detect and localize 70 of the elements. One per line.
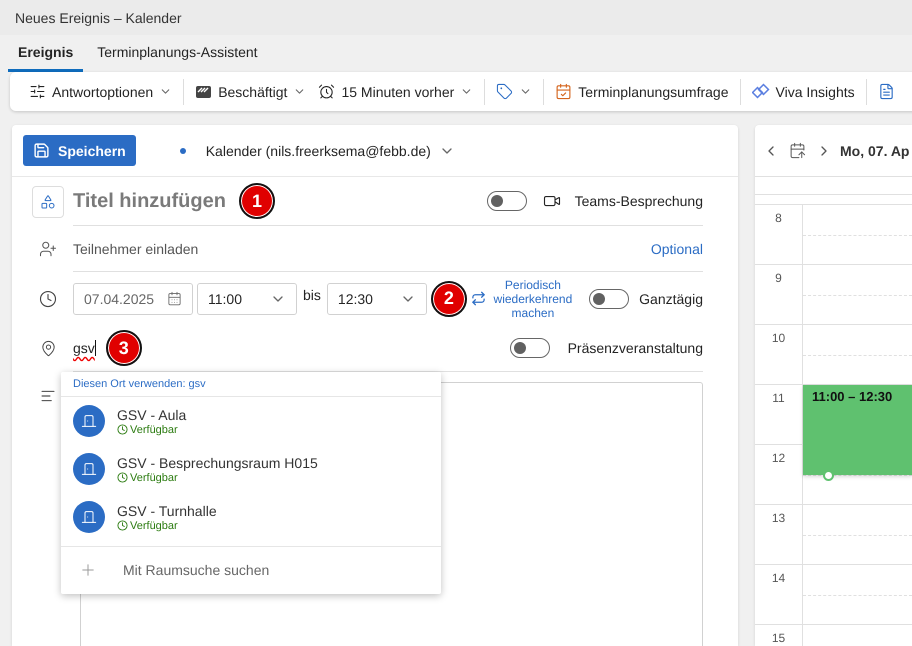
diamond-icon [752,82,770,100]
toolbar-button[interactable]: Beschäftigt [190,80,312,104]
toolbar-button[interactable]: 15 Minuten vorher [313,79,478,104]
hour-label: 15 [755,625,803,646]
callout-badge: 3 [106,330,142,366]
text-lines-icon [40,388,56,404]
callout-badge: 1 [239,183,275,219]
recurrence-link[interactable]: Periodisch wiederkehrend machen [470,278,575,320]
clock-icon [39,290,57,308]
hour-label: 10 [755,325,803,384]
calendar-chart-icon [555,83,572,100]
availability-status: Verfügbar [117,424,186,436]
optional-link[interactable]: Optional [650,240,703,256]
room-search-option[interactable]: Mit Raumsuche suchen [61,546,441,594]
toggle-switch[interactable] [510,338,550,358]
save-button[interactable]: Speichern [23,135,136,166]
room-name: GSV - Besprechungsraum H015 [117,454,318,470]
all-day-label: Ganztägig [639,290,703,306]
teams-label: Teams-Besprechung [574,193,703,209]
calendar-event-block[interactable]: 11:00 – 12:30 [803,385,912,475]
hour-label: 14 [755,565,803,624]
room-option[interactable]: GSV - Aula Verfügbar [61,397,441,445]
room-option[interactable]: GSV - Turnhalle Verfügbar [61,493,441,541]
clock-icon [117,472,128,483]
date-field[interactable]: 07.04.2025 [73,282,193,314]
to-label: bis [303,286,321,302]
toggle-switch[interactable] [486,191,527,211]
toolbar-button[interactable]: Antwortoptionen [24,79,178,104]
event-time: 11:00 – 12:30 [812,389,892,404]
in-person-label: Präsenzveranstaltung [568,340,703,356]
hour-label: 9 [755,265,803,324]
clock-icon [117,424,128,435]
hour-label: 12 [755,445,803,504]
door-avatar-icon [73,453,105,485]
save-icon [33,142,50,159]
door-avatar-icon [73,501,105,533]
calendar-icon [789,142,806,159]
window-title: Neues Ereignis – Kalender [15,10,182,26]
calendar-picker[interactable]: Kalender (nils.freerksema@febb.de) [180,142,455,158]
sliders-icon [29,83,46,100]
add-people-icon [39,240,57,258]
resize-handle[interactable] [823,470,834,481]
repeat-icon [470,291,486,306]
clock-icon [117,520,128,531]
location-field[interactable]: gsv [73,340,96,356]
room-name: GSV - Turnhalle [117,502,217,518]
availability-status: Verfügbar [117,472,318,484]
status-icon [195,84,212,98]
availability-status: Verfügbar [117,520,217,532]
room-option[interactable]: GSV - Besprechungsraum H015 Verfügbar [61,445,441,493]
calendar-icon [167,291,182,306]
toolbar-button[interactable]: Viva Insights [746,78,860,104]
date-title: Mo, 07. Ap [840,142,910,158]
toggle-switch[interactable] [589,288,630,308]
alarm-clock-icon [318,83,336,100]
end-time-dropdown[interactable]: 12:30 [326,282,427,314]
shapes-icon [40,194,56,210]
location-pin-icon [40,340,56,357]
tag-icon [496,83,514,100]
hour-label: 8 [755,205,803,264]
callout-badge: 2 [430,280,467,316]
document-icon [878,83,895,100]
start-time-dropdown[interactable]: 11:00 [197,282,297,314]
toolbar-button[interactable]: Terminplanungsumfrage [550,79,734,104]
room-name: GSV - Aula [117,406,186,422]
use-location-option[interactable]: Diesen Ort verwenden: gsv [61,372,441,397]
hour-label: 13 [755,505,803,564]
ribbon-tab[interactable]: Terminplanungs-Assistent [87,38,268,72]
door-avatar-icon [73,405,105,437]
category-button[interactable] [32,186,64,218]
